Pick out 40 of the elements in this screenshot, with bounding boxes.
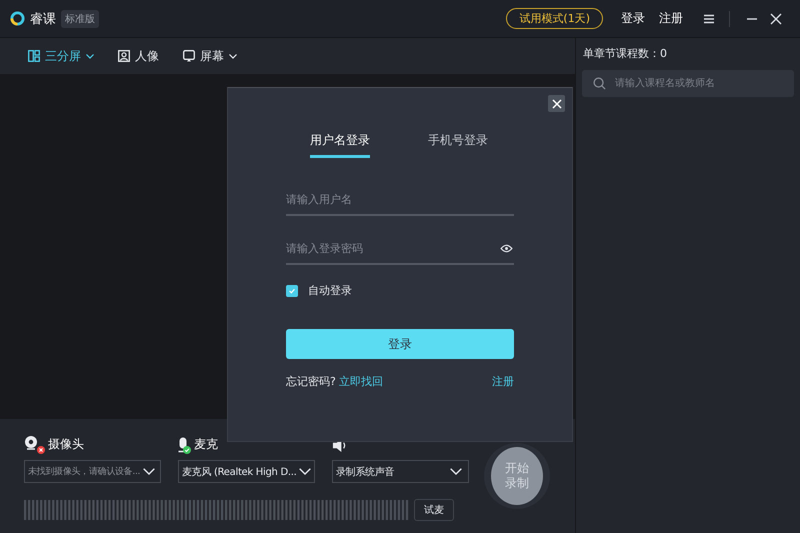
register-link[interactable]: 注册 [659,10,683,27]
menu-icon[interactable] [703,14,715,24]
forgot-password-text: 忘记密码? [286,374,336,389]
split-layout-icon [28,50,40,62]
username-field[interactable]: 请输入用户名 [286,184,514,216]
course-count: 单章节课程数：0 [582,46,668,61]
layout-mode-tab[interactable]: 人像 [118,48,159,64]
search-icon [593,77,606,90]
edition-badge: 标准版 [61,10,99,28]
eye-icon[interactable] [500,244,513,253]
chevron-icon [299,468,312,475]
check-icon [288,286,296,294]
chevron-icon [450,468,462,475]
layout-mode-tab[interactable]: 三分屏 [28,48,94,64]
chevron-icon [143,468,156,475]
auto-login-label: 自动登录 [308,283,352,298]
portrait-icon [118,50,130,62]
login-tab[interactable]: 用户名登录 [310,132,370,158]
register-link[interactable]: 注册 [492,374,514,389]
logo-icon [10,11,25,26]
trial-mode-button[interactable]: 试用模式(1天) [506,8,603,29]
recover-link[interactable]: 立即找回 [338,374,383,389]
login-tab[interactable]: 手机号登录 [428,132,488,158]
app-name: 睿课 [30,10,56,28]
search-field[interactable]: 请输入课程名或教师名 [582,70,794,97]
checkbox[interactable] [286,284,298,296]
test-mic-button[interactable]: 试麦 [414,499,454,521]
device-dropdown[interactable]: 未找到摄像头，请确认设备... [24,460,161,483]
close-icon [552,98,562,108]
device-dropdown[interactable]: 麦克风 (Realtek High D... [178,460,315,483]
layout-mode-tab[interactable]: 屏幕 [183,48,237,64]
monitor-icon [183,50,195,62]
login-button[interactable]: 登录 [286,329,514,359]
device-label: 麦克 [194,436,218,452]
device-label: 摄像头 [48,436,84,452]
password-field[interactable]: 请输入登录密码 [286,233,514,265]
close-icon[interactable] [770,12,782,24]
login-link[interactable]: 登录 [621,10,645,27]
close-button[interactable] [548,95,565,112]
device-dropdown[interactable]: 录制系统声音 [332,460,469,483]
